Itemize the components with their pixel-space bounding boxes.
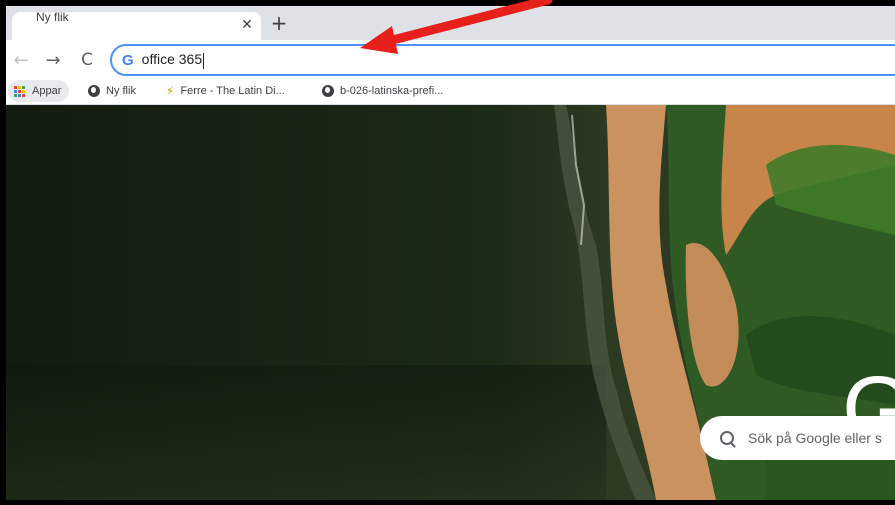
red-annotation-arrow — [360, 0, 553, 54]
screenshot-frame: Ny flik ✕ + ← → C G office 365 Appar Ny … — [0, 0, 895, 505]
